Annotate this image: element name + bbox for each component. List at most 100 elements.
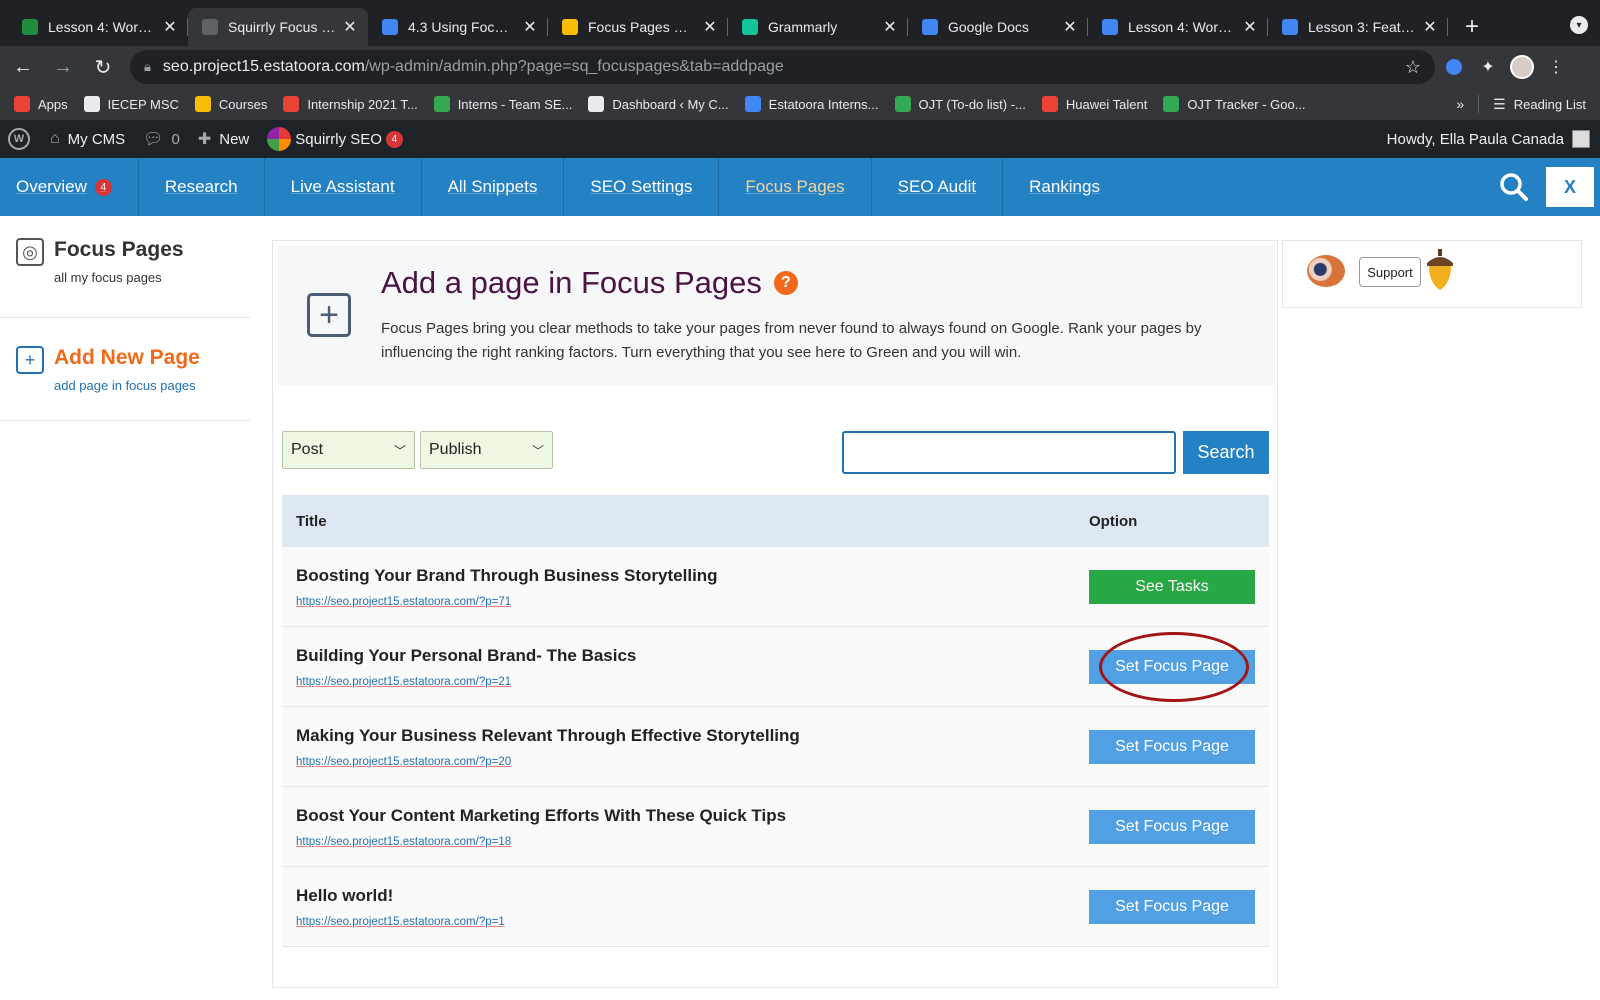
- bookmark-item[interactable]: Estatoora Interns...: [744, 96, 879, 112]
- add-page-icon: +: [277, 245, 381, 385]
- browser-tab[interactable]: Google Docs ✕: [908, 8, 1088, 46]
- browser-menu-icon[interactable]: ⋮: [1541, 52, 1571, 82]
- browser-tab[interactable]: 4.3 Using Focus Pages ✕: [368, 8, 548, 46]
- help-icon[interactable]: ?: [773, 271, 798, 295]
- left-sidebar: ◎ Focus Pages all my focus pages + Add N…: [0, 216, 250, 1000]
- bookmark-icon: [433, 96, 450, 112]
- sidebar-add-new-title: Add New Page: [54, 346, 200, 369]
- browser-tab[interactable]: Grammarly ✕: [728, 8, 908, 46]
- extension-doc-icon[interactable]: [1439, 52, 1469, 82]
- browser-tab-strip: Lesson 4: Working✕Squirrly Focus Pages✕4…: [0, 0, 1600, 46]
- bookmark-label: Courses: [218, 96, 268, 112]
- table-header: Title Option: [282, 495, 1269, 547]
- sidebar-item-focus-pages[interactable]: ◎ Focus Pages all my focus pages: [0, 216, 250, 318]
- filters: Post ﹀ Publish ﹀: [282, 431, 558, 469]
- see-tasks-button[interactable]: See Tasks: [1089, 569, 1255, 604]
- bookmarks-overflow-button[interactable]: »: [1456, 96, 1464, 112]
- tab-close-icon[interactable]: ✕: [1422, 17, 1438, 37]
- tab-close-icon[interactable]: ✕: [702, 17, 718, 37]
- tab-title: Lesson 3: Features: [1308, 19, 1416, 35]
- tab-close-icon[interactable]: ✕: [1062, 17, 1078, 37]
- reading-list-button[interactable]: ☰ Reading List: [1493, 96, 1586, 113]
- back-icon[interactable]: ←: [6, 50, 40, 84]
- post-status-select[interactable]: Publish ﹀: [420, 431, 553, 469]
- extensions-puzzle-icon[interactable]: ✦: [1473, 52, 1503, 82]
- tab-title: Lesson 4: Working: [48, 19, 156, 35]
- nav-item-research[interactable]: Research: [139, 158, 265, 216]
- post-url-link[interactable]: https://seo.project15.estatoora.com/?p=2…: [296, 676, 1089, 688]
- browser-tab[interactable]: Lesson 3: Features ✕: [1268, 8, 1448, 46]
- post-url-link[interactable]: https://seo.project15.estatoora.com/?p=2…: [296, 756, 1089, 768]
- nav-item-rankings[interactable]: Rankings: [1003, 158, 1126, 216]
- nav-item-live-assistant[interactable]: Live Assistant: [265, 158, 422, 216]
- profile-avatar[interactable]: [1507, 52, 1537, 82]
- bookmark-label: Dashboard ‹ My C...: [612, 96, 729, 112]
- nav-item-seo-audit[interactable]: SEO Audit: [872, 158, 1004, 216]
- set-focus-page-button[interactable]: Set Focus Page: [1089, 809, 1255, 844]
- new-tab-button[interactable]: +: [1454, 8, 1490, 46]
- post-type-select[interactable]: Post ﹀: [282, 431, 415, 469]
- bookmark-item[interactable]: Apps: [14, 96, 68, 112]
- page-description: Focus Pages bring you clear methods to t…: [381, 320, 1202, 361]
- bookmark-item[interactable]: Courses: [194, 96, 268, 112]
- bookmark-item[interactable]: Huawei Talent: [1041, 96, 1147, 112]
- set-focus-page-button[interactable]: Set Focus Page: [1089, 729, 1255, 764]
- nav-item-focus-pages[interactable]: Focus Pages: [719, 158, 872, 216]
- wordpress-logo-icon[interactable]: W: [8, 128, 30, 150]
- set-focus-page-button[interactable]: Set Focus Page: [1089, 889, 1255, 924]
- squirrly-nav: Overview 4 Research Live Assistant All Snipp…: [0, 158, 1600, 216]
- sidebar-item-add-new-page[interactable]: + Add New Page add page in focus pages: [0, 318, 250, 421]
- forward-icon[interactable]: →: [46, 50, 80, 84]
- tab-close-icon[interactable]: ✕: [882, 17, 898, 37]
- post-status-value: Publish: [429, 441, 482, 458]
- browser-tab[interactable]: Focus Pages & Pages ✕: [548, 8, 728, 46]
- tab-close-icon[interactable]: ✕: [1242, 17, 1258, 37]
- bookmark-icon: [894, 96, 911, 112]
- row-option-cell: See Tasks: [1089, 569, 1269, 604]
- search-icon[interactable]: [1494, 167, 1534, 207]
- comment-icon: 💬︎: [143, 131, 164, 148]
- browser-tab[interactable]: Lesson 4: Working ✕: [1088, 8, 1268, 46]
- nav-item-seo-settings[interactable]: SEO Settings: [564, 158, 720, 216]
- reload-icon[interactable]: ↻: [86, 50, 120, 84]
- close-button[interactable]: X: [1546, 167, 1594, 207]
- bookmark-item[interactable]: OJT Tracker - Goo...: [1163, 96, 1306, 112]
- squirrly-seo-link[interactable]: Squirrly SEO 4: [267, 127, 403, 151]
- table-body: Boosting Your Brand Through Business Sto…: [282, 547, 1269, 947]
- post-url-link[interactable]: https://seo.project15.estatoora.com/?p=7…: [296, 596, 1089, 608]
- nav-item-label: Rankings: [1029, 177, 1100, 196]
- nav-item-label: Overview: [16, 177, 87, 196]
- support-button[interactable]: Support: [1359, 257, 1421, 287]
- browser-tab[interactable]: Lesson 4: Working ✕: [8, 8, 188, 46]
- bookmark-item[interactable]: Dashboard ‹ My C...: [588, 96, 729, 112]
- new-content-link[interactable]: ✚ New: [198, 129, 249, 149]
- bookmark-item[interactable]: IECEP MSC: [83, 96, 179, 112]
- comments-link[interactable]: 💬︎ 0: [143, 129, 180, 149]
- tab-close-icon[interactable]: ✕: [522, 17, 538, 37]
- bookmark-star-icon[interactable]: ☆: [1405, 57, 1421, 78]
- row-title-cell: Hello world! https://seo.project15.estato…: [282, 886, 1089, 928]
- tab-close-icon[interactable]: ✕: [342, 17, 358, 37]
- search-input[interactable]: [842, 431, 1176, 474]
- site-name-link[interactable]: ⌂ My CMS: [50, 130, 125, 148]
- bookmark-item[interactable]: Internship 2021 T...: [283, 96, 418, 112]
- table-row: Making Your Business Relevant Through Ef…: [282, 707, 1269, 787]
- nav-item-all-snippets[interactable]: All Snippets: [422, 158, 565, 216]
- tab-close-icon[interactable]: ✕: [162, 17, 178, 37]
- address-bar[interactable]: 🔒︎ seo.project15.estatoora.com/wp-admin/…: [130, 50, 1435, 84]
- post-url-link[interactable]: https://seo.project15.estatoora.com/?p=1: [296, 916, 1089, 928]
- chevron-down-icon: ﹀: [393, 443, 406, 458]
- post-url-link[interactable]: https://seo.project15.estatoora.com/?p=1…: [296, 836, 1089, 848]
- bookmark-item[interactable]: OJT (To-do list) -...: [894, 96, 1026, 112]
- tab-search-icon[interactable]: ▾: [1570, 16, 1588, 34]
- set-focus-page-button[interactable]: Set Focus Page: [1089, 649, 1255, 684]
- browser-tab[interactable]: Squirrly Focus Pages ✕: [188, 8, 368, 46]
- search-button[interactable]: Search: [1183, 431, 1269, 474]
- user-account-menu[interactable]: Howdy, Ella Paula Canada: [1387, 130, 1590, 148]
- acorn-icon: [1427, 249, 1453, 290]
- bookmark-item[interactable]: Interns - Team SE...: [433, 96, 572, 112]
- bookmark-icon: [1163, 96, 1180, 112]
- nav-item-overview[interactable]: Overview 4: [0, 158, 139, 216]
- table-row: Building Your Personal Brand- The Basics…: [282, 627, 1269, 707]
- tab-title: 4.3 Using Focus Pages: [408, 19, 516, 35]
